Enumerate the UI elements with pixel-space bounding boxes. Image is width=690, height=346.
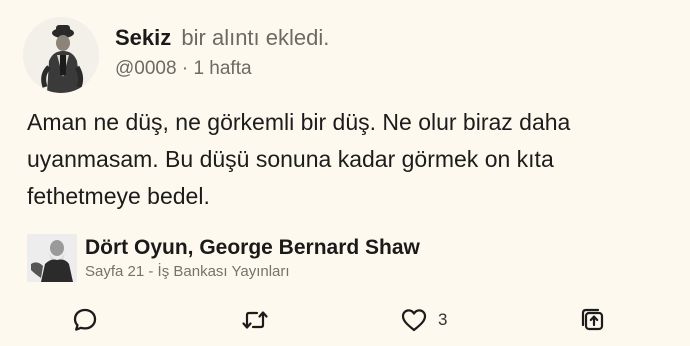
repost-button[interactable] bbox=[241, 304, 269, 336]
share-button[interactable] bbox=[580, 304, 606, 336]
book-title[interactable]: Dört Oyun, George Bernard Shaw bbox=[85, 234, 420, 262]
book-cover bbox=[27, 234, 77, 282]
header-meta: @0008 · 1 hafta bbox=[115, 56, 329, 82]
quote-text: Aman ne düş, ne görkemli bir düş. Ne olu… bbox=[27, 109, 571, 209]
post-time: 1 hafta bbox=[193, 58, 252, 79]
post-header: Sekiz bir alıntı ekledi. @0008 · 1 hafta bbox=[115, 24, 329, 82]
repost-icon bbox=[242, 311, 268, 329]
header-title: Sekiz bir alıntı ekledi. bbox=[115, 24, 329, 52]
book-subtitle: Sayfa 21 - İş Bankası Yayınları bbox=[85, 263, 290, 280]
action-bar: 3 bbox=[0, 300, 690, 340]
share-icon bbox=[581, 308, 604, 331]
meta-separator: · bbox=[181, 58, 189, 79]
author-photo bbox=[27, 234, 77, 282]
heart-icon bbox=[401, 309, 427, 332]
comment-icon bbox=[73, 308, 97, 331]
avatar[interactable] bbox=[23, 17, 99, 93]
username[interactable]: Sekiz bbox=[115, 25, 171, 50]
user-handle[interactable]: @0008 bbox=[115, 58, 177, 79]
like-count: 3 bbox=[438, 310, 448, 329]
comment-button[interactable] bbox=[72, 304, 98, 336]
book-reference[interactable]: Dört Oyun, George Bernard Shaw Sayfa 21 … bbox=[27, 234, 667, 286]
avatar-image bbox=[23, 17, 99, 93]
post-card: Sekiz bir alıntı ekledi. @0008 · 1 hafta… bbox=[0, 0, 690, 346]
like-button[interactable]: 3 bbox=[400, 304, 447, 336]
action-text: bir alıntı ekledi. bbox=[181, 25, 330, 50]
